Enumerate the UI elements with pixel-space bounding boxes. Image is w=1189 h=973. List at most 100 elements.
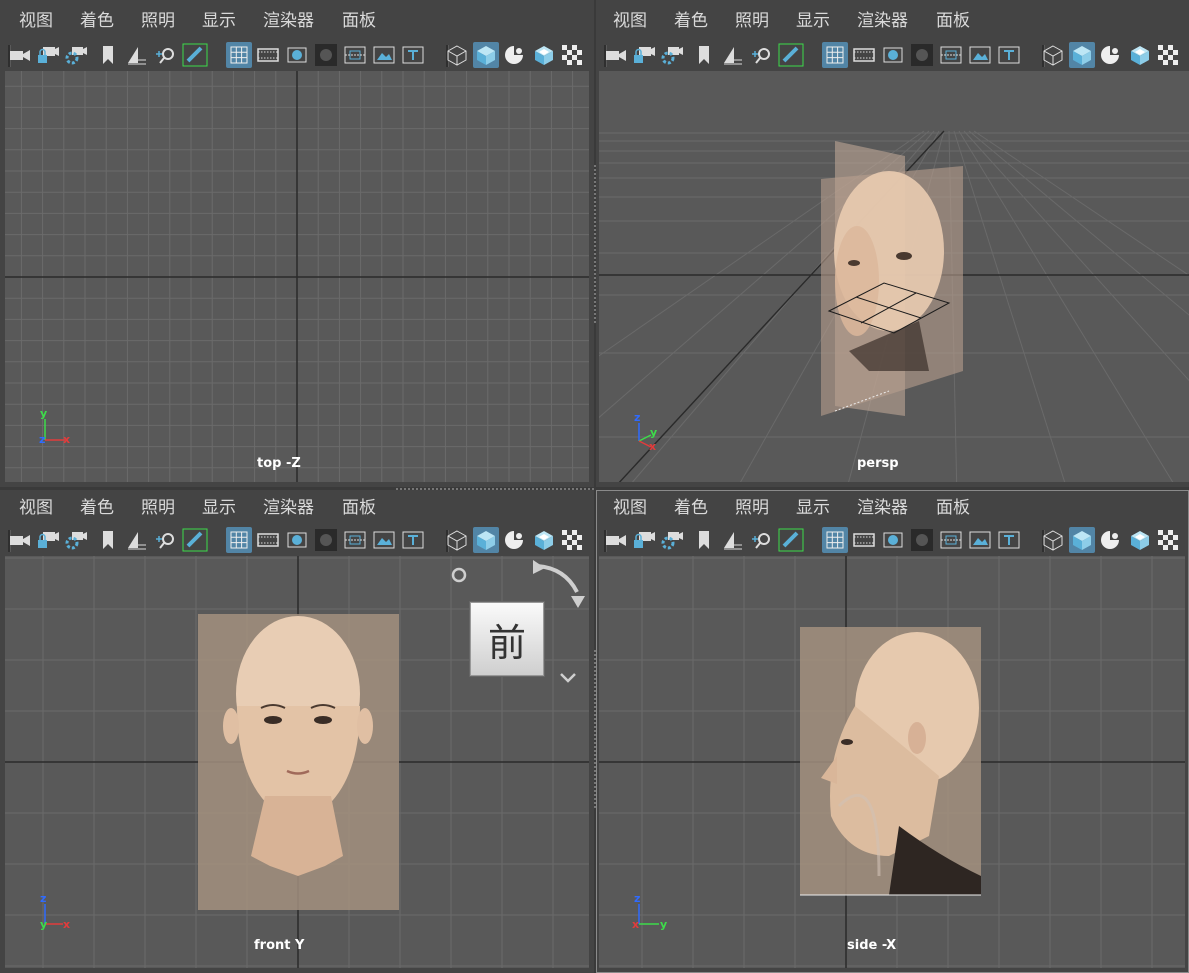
- grid-icon[interactable]: [822, 42, 848, 68]
- menu-panels[interactable]: 面板: [936, 10, 970, 32]
- camera-attributes-icon[interactable]: [63, 42, 89, 68]
- camera-attributes-icon[interactable]: [659, 42, 685, 68]
- camera-lock-icon[interactable]: [35, 42, 61, 68]
- wireframe-icon[interactable]: [444, 42, 470, 68]
- film-gate-icon[interactable]: [255, 527, 281, 553]
- menu-lighting[interactable]: 照明: [141, 10, 175, 32]
- safe-action-icon[interactable]: [967, 527, 993, 553]
- viewcube-front-face[interactable]: 前: [470, 602, 544, 676]
- bookmark-icon[interactable]: [95, 42, 121, 68]
- menu-view[interactable]: 视图: [613, 497, 647, 519]
- menu-lighting[interactable]: 照明: [735, 497, 769, 519]
- camera-select-icon[interactable]: [7, 527, 33, 553]
- menu-renderer[interactable]: 渲染器: [857, 497, 908, 519]
- bookmark-icon[interactable]: [95, 527, 121, 553]
- grease-pencil-icon[interactable]: [778, 527, 804, 553]
- image-plane-icon[interactable]: [720, 527, 746, 553]
- camera-lock-icon[interactable]: [35, 527, 61, 553]
- xray-icon[interactable]: [531, 527, 557, 553]
- safe-title-icon[interactable]: [996, 42, 1022, 68]
- safe-action-icon[interactable]: [371, 42, 397, 68]
- viewport-persp[interactable]: z y x persp: [599, 71, 1189, 482]
- xray-icon[interactable]: [1127, 527, 1153, 553]
- gate-mask-icon[interactable]: [313, 42, 339, 68]
- gate-mask-icon[interactable]: [313, 527, 339, 553]
- gate-mask-icon[interactable]: [909, 42, 935, 68]
- camera-select-icon[interactable]: [603, 42, 629, 68]
- menu-view[interactable]: 视图: [19, 10, 53, 32]
- camera-attributes-icon[interactable]: [659, 527, 685, 553]
- menu-shading[interactable]: 着色: [674, 497, 708, 519]
- film-gate-icon[interactable]: [851, 42, 877, 68]
- grid-icon[interactable]: [226, 527, 252, 553]
- resolution-gate-icon[interactable]: [880, 527, 906, 553]
- resolution-gate-icon[interactable]: [880, 42, 906, 68]
- menu-view[interactable]: 视图: [19, 497, 53, 519]
- 2d-pan-zoom-icon[interactable]: [749, 42, 775, 68]
- gate-mask-icon[interactable]: [909, 527, 935, 553]
- menu-renderer[interactable]: 渲染器: [263, 10, 314, 32]
- smooth-shade-icon[interactable]: [1069, 527, 1095, 553]
- menu-shading[interactable]: 着色: [80, 497, 114, 519]
- field-chart-icon[interactable]: [342, 42, 368, 68]
- viewcube[interactable]: 前: [445, 556, 589, 696]
- viewport-panel-side[interactable]: 视图 着色 照明 显示 渲染器 面板 z x y side -X: [596, 490, 1189, 973]
- 2d-pan-zoom-icon[interactable]: [153, 527, 179, 553]
- checker-texture-icon[interactable]: [559, 42, 585, 68]
- menu-shading[interactable]: 着色: [80, 10, 114, 32]
- smooth-shade-icon[interactable]: [473, 42, 499, 68]
- menu-view[interactable]: 视图: [613, 10, 647, 32]
- safe-title-icon[interactable]: [400, 42, 426, 68]
- splitter-grip-v2[interactable]: [594, 650, 596, 810]
- image-plane-icon[interactable]: [124, 42, 150, 68]
- menu-show[interactable]: 显示: [796, 10, 830, 32]
- field-chart-icon[interactable]: [342, 527, 368, 553]
- xray-icon[interactable]: [1127, 42, 1153, 68]
- image-plane-icon[interactable]: [124, 527, 150, 553]
- default-material-icon[interactable]: [1097, 527, 1123, 553]
- menu-panels[interactable]: 面板: [342, 10, 376, 32]
- wireframe-icon[interactable]: [1040, 42, 1066, 68]
- field-chart-icon[interactable]: [938, 527, 964, 553]
- default-material-icon[interactable]: [501, 527, 527, 553]
- menu-panels[interactable]: 面板: [936, 497, 970, 519]
- grid-icon[interactable]: [226, 42, 252, 68]
- film-gate-icon[interactable]: [851, 527, 877, 553]
- viewport-panel-top[interactable]: 视图 着色 照明 显示 渲染器 面板 y z x top -Z: [0, 0, 594, 487]
- camera-lock-icon[interactable]: [631, 42, 657, 68]
- checker-texture-icon[interactable]: [1155, 42, 1181, 68]
- field-chart-icon[interactable]: [938, 42, 964, 68]
- grease-pencil-icon[interactable]: [778, 42, 804, 68]
- menu-lighting[interactable]: 照明: [735, 10, 769, 32]
- viewport-side[interactable]: z x y side -X: [599, 556, 1185, 968]
- camera-lock-icon[interactable]: [631, 527, 657, 553]
- camera-attributes-icon[interactable]: [63, 527, 89, 553]
- wireframe-icon[interactable]: [1040, 527, 1066, 553]
- xray-icon[interactable]: [531, 42, 557, 68]
- grid-icon[interactable]: [822, 527, 848, 553]
- default-material-icon[interactable]: [501, 42, 527, 68]
- wireframe-icon[interactable]: [444, 527, 470, 553]
- camera-select-icon[interactable]: [7, 42, 33, 68]
- menu-renderer[interactable]: 渲染器: [263, 497, 314, 519]
- 2d-pan-zoom-icon[interactable]: [749, 527, 775, 553]
- menu-shading[interactable]: 着色: [674, 10, 708, 32]
- resolution-gate-icon[interactable]: [284, 527, 310, 553]
- image-plane-icon[interactable]: [720, 42, 746, 68]
- camera-select-icon[interactable]: [603, 527, 629, 553]
- splitter-grip-h[interactable]: [396, 488, 596, 490]
- resolution-gate-icon[interactable]: [284, 42, 310, 68]
- safe-title-icon[interactable]: [400, 527, 426, 553]
- 2d-pan-zoom-icon[interactable]: [153, 42, 179, 68]
- menu-renderer[interactable]: 渲染器: [857, 10, 908, 32]
- checker-texture-icon[interactable]: [559, 527, 585, 553]
- checker-texture-icon[interactable]: [1155, 527, 1181, 553]
- safe-action-icon[interactable]: [371, 527, 397, 553]
- bookmark-icon[interactable]: [691, 42, 717, 68]
- menu-show[interactable]: 显示: [202, 10, 236, 32]
- safe-action-icon[interactable]: [967, 42, 993, 68]
- viewport-top[interactable]: y z x top -Z: [5, 71, 589, 482]
- default-material-icon[interactable]: [1097, 42, 1123, 68]
- menu-show[interactable]: 显示: [796, 497, 830, 519]
- splitter-grip-v[interactable]: [594, 165, 596, 325]
